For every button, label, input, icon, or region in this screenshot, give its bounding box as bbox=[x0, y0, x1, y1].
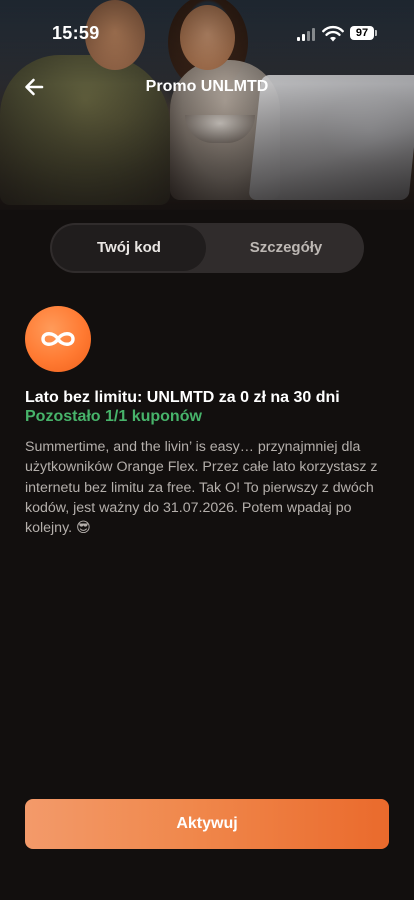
activate-button[interactable]: Aktywuj bbox=[25, 799, 389, 849]
wifi-icon bbox=[322, 25, 344, 42]
battery-indicator: 97 bbox=[350, 26, 374, 40]
signal-icon bbox=[297, 28, 317, 41]
page-title: Promo UNLMTD bbox=[145, 78, 269, 95]
status-time: 15:59 bbox=[52, 23, 100, 43]
infinity-icon bbox=[41, 332, 75, 346]
offer-remaining: Pozostało 1/1 kuponów bbox=[25, 408, 202, 425]
offer-description: Summertime, and the livin’ is easy… przy… bbox=[25, 439, 378, 537]
offer-badge bbox=[25, 306, 91, 372]
battery-tip bbox=[375, 30, 377, 36]
offer-title: Lato bez limitu: UNLMTD za 0 zł na 30 dn… bbox=[25, 389, 340, 406]
tab-switcher: Twój kod Szczegóły bbox=[50, 223, 364, 273]
tab-twoj-kod[interactable]: Twój kod bbox=[52, 225, 206, 271]
status-bar: 15:59 97 bbox=[0, 20, 414, 48]
header-bar: Promo UNLMTD bbox=[0, 72, 414, 104]
tab-szczegoly[interactable]: Szczegóły bbox=[208, 223, 364, 273]
